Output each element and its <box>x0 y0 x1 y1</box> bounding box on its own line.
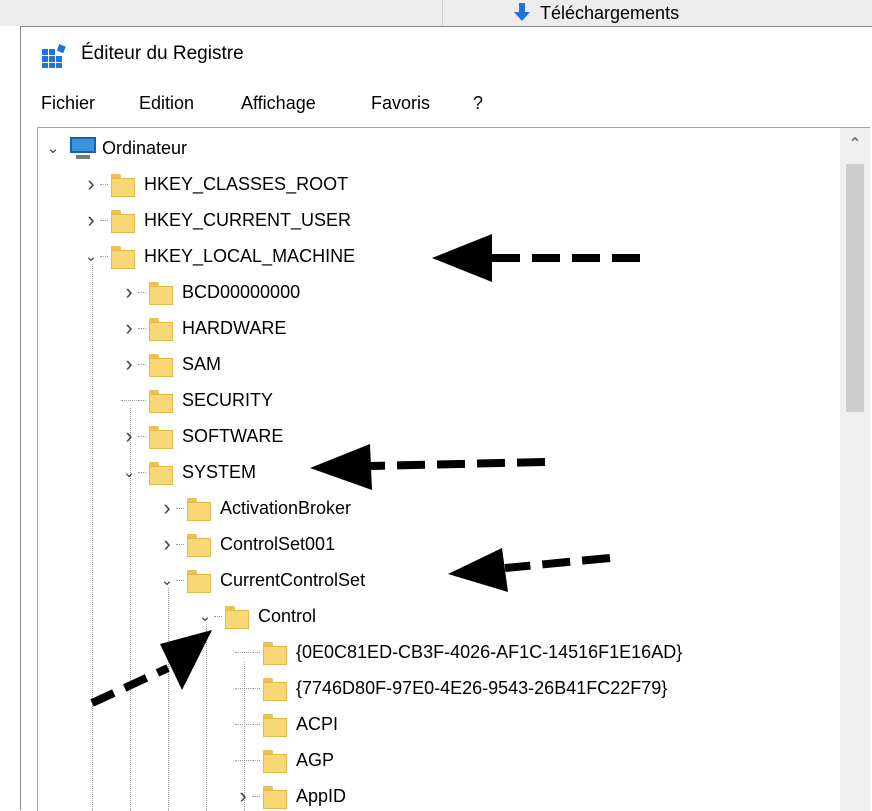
arrow-control <box>90 630 212 707</box>
arrow-currentcontrolset <box>448 548 611 592</box>
arrow-system <box>310 444 546 490</box>
arrow-hklm <box>432 234 640 282</box>
annotation-arrows <box>90 234 640 707</box>
